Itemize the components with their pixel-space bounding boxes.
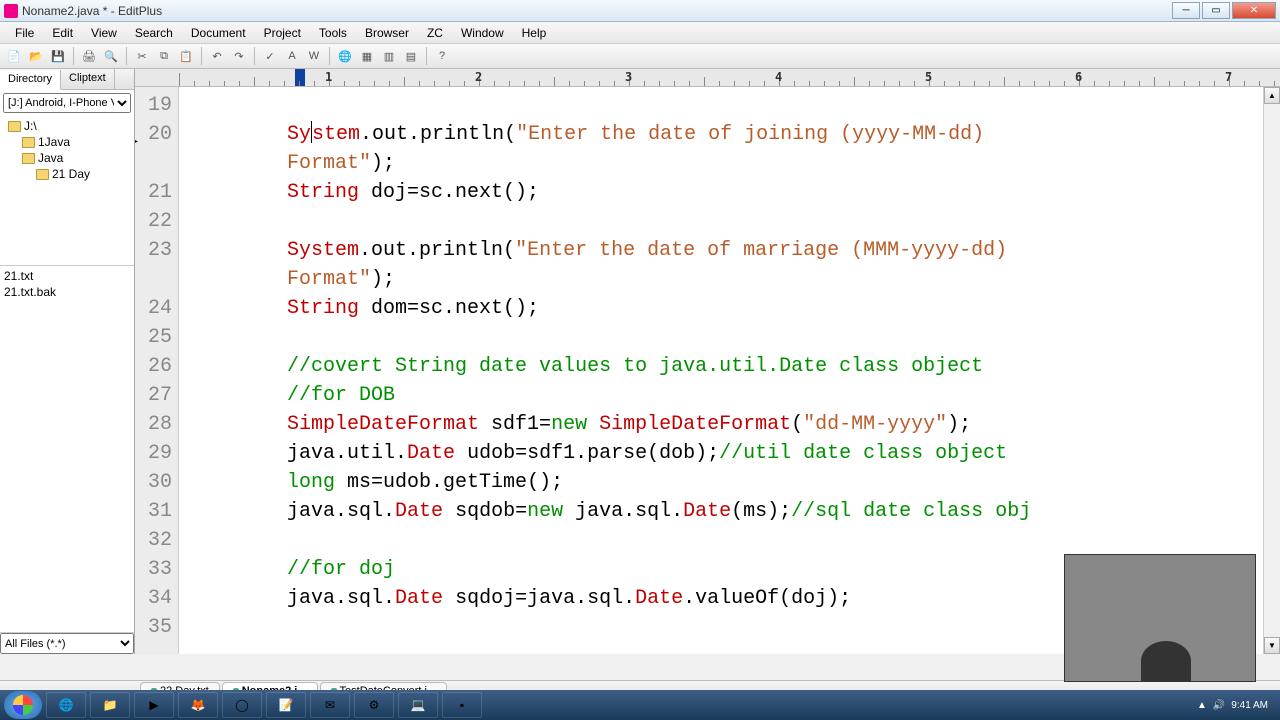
file-filter-select[interactable]: All Files (*.*) [0, 633, 134, 654]
folder-icon [8, 121, 21, 132]
tree-item[interactable]: 21 Day [0, 166, 134, 182]
menu-file[interactable]: File [6, 24, 43, 42]
titlebar: Noname2.java * - EditPlus ─ ▭ ✕ [0, 0, 1280, 22]
webcam-overlay [1064, 554, 1256, 682]
task-app3[interactable]: ⚙ [354, 692, 394, 718]
tree-item[interactable]: 1Java [0, 134, 134, 150]
tree-item[interactable]: J:\ [0, 118, 134, 134]
task-app2[interactable]: ✉ [310, 692, 350, 718]
task-chrome[interactable]: ◯ [222, 692, 262, 718]
undo-icon[interactable]: ↶ [207, 46, 227, 66]
folder-icon [36, 169, 49, 180]
task-app1[interactable]: 📝 [266, 692, 306, 718]
tile-icon[interactable]: ▥ [379, 46, 399, 66]
menu-window[interactable]: Window [452, 24, 513, 42]
folder-icon [22, 153, 35, 164]
menu-document[interactable]: Document [182, 24, 255, 42]
menubar: FileEditViewSearchDocumentProjectToolsBr… [0, 22, 1280, 44]
task-ie[interactable]: 🌐 [46, 692, 86, 718]
cut-icon[interactable]: ✂ [132, 46, 152, 66]
tray-volume-icon[interactable]: 🔊 [1213, 700, 1225, 711]
spell-icon[interactable]: ✓ [260, 46, 280, 66]
taskbar: 🌐 📁 ▶ 🦊 ◯ 📝 ✉ ⚙ 💻 ▪ ▲ 🔊 9:41 AM [0, 690, 1280, 720]
tab-cliptext[interactable]: Cliptext [61, 69, 115, 89]
drive-select[interactable]: [J:] Android, I-Phone V [3, 93, 131, 113]
windows-icon [13, 695, 33, 715]
menu-search[interactable]: Search [126, 24, 182, 42]
redo-icon[interactable]: ↷ [229, 46, 249, 66]
task-cmd[interactable]: ▪ [442, 692, 482, 718]
vertical-scrollbar[interactable]: ▲ ▼ [1263, 87, 1280, 654]
line-gutter: 1920▸212223242526272829303132333435 [135, 87, 179, 654]
scroll-down-icon[interactable]: ▼ [1264, 637, 1280, 654]
task-app4[interactable]: 💻 [398, 692, 438, 718]
file-list[interactable]: 21.txt21.txt.bak [0, 266, 134, 632]
tray-time: 9:41 AM [1231, 700, 1268, 711]
menu-project[interactable]: Project [255, 24, 310, 42]
preview-icon[interactable]: 🔍 [101, 46, 121, 66]
menu-view[interactable]: View [82, 24, 126, 42]
tray-flag-icon[interactable]: ▲ [1197, 700, 1207, 711]
window-icon[interactable]: ▦ [357, 46, 377, 66]
menu-browser[interactable]: Browser [356, 24, 418, 42]
task-firefox[interactable]: 🦊 [178, 692, 218, 718]
browser-icon[interactable]: 🌐 [335, 46, 355, 66]
save-icon[interactable]: 💾 [48, 46, 68, 66]
file-item[interactable]: 21.txt [4, 268, 130, 284]
close-button[interactable]: ✕ [1232, 2, 1276, 19]
print-icon[interactable]: 🖨 [79, 46, 99, 66]
side-panel: Directory Cliptext [J:] Android, I-Phone… [0, 69, 135, 654]
minimize-button[interactable]: ─ [1172, 2, 1200, 19]
help-icon[interactable]: ? [432, 46, 452, 66]
task-media[interactable]: ▶ [134, 692, 174, 718]
wrap-icon[interactable]: W [304, 46, 324, 66]
folder-icon [22, 137, 35, 148]
ruler: 1234567 [135, 69, 1280, 87]
open-icon[interactable]: 📂 [26, 46, 46, 66]
menu-tools[interactable]: Tools [310, 24, 356, 42]
tree-item[interactable]: Java [0, 150, 134, 166]
maximize-button[interactable]: ▭ [1202, 2, 1230, 19]
system-tray[interactable]: ▲ 🔊 9:41 AM [1197, 700, 1276, 711]
app-icon [4, 4, 18, 18]
task-explorer[interactable]: 📁 [90, 692, 130, 718]
scroll-up-icon[interactable]: ▲ [1264, 87, 1280, 104]
window-title: Noname2.java * - EditPlus [22, 4, 1170, 18]
menu-edit[interactable]: Edit [43, 24, 82, 42]
ruler-cursor-mark [295, 69, 305, 87]
new-icon[interactable]: 📄 [4, 46, 24, 66]
menu-help[interactable]: Help [513, 24, 556, 42]
copy-icon[interactable]: ⧉ [154, 46, 174, 66]
start-button[interactable] [4, 691, 42, 719]
list-icon[interactable]: ▤ [401, 46, 421, 66]
menu-zc[interactable]: ZC [418, 24, 452, 42]
font-a-icon[interactable]: A [282, 46, 302, 66]
file-item[interactable]: 21.txt.bak [4, 284, 130, 300]
tab-directory[interactable]: Directory [0, 70, 61, 90]
toolbar: 📄 📂 💾 🖨 🔍 ✂ ⧉ 📋 ↶ ↷ ✓ A W 🌐 ▦ ▥ ▤ ? [0, 44, 1280, 69]
folder-tree[interactable]: J:\1JavaJava21 Day [0, 116, 134, 266]
paste-icon[interactable]: 📋 [176, 46, 196, 66]
